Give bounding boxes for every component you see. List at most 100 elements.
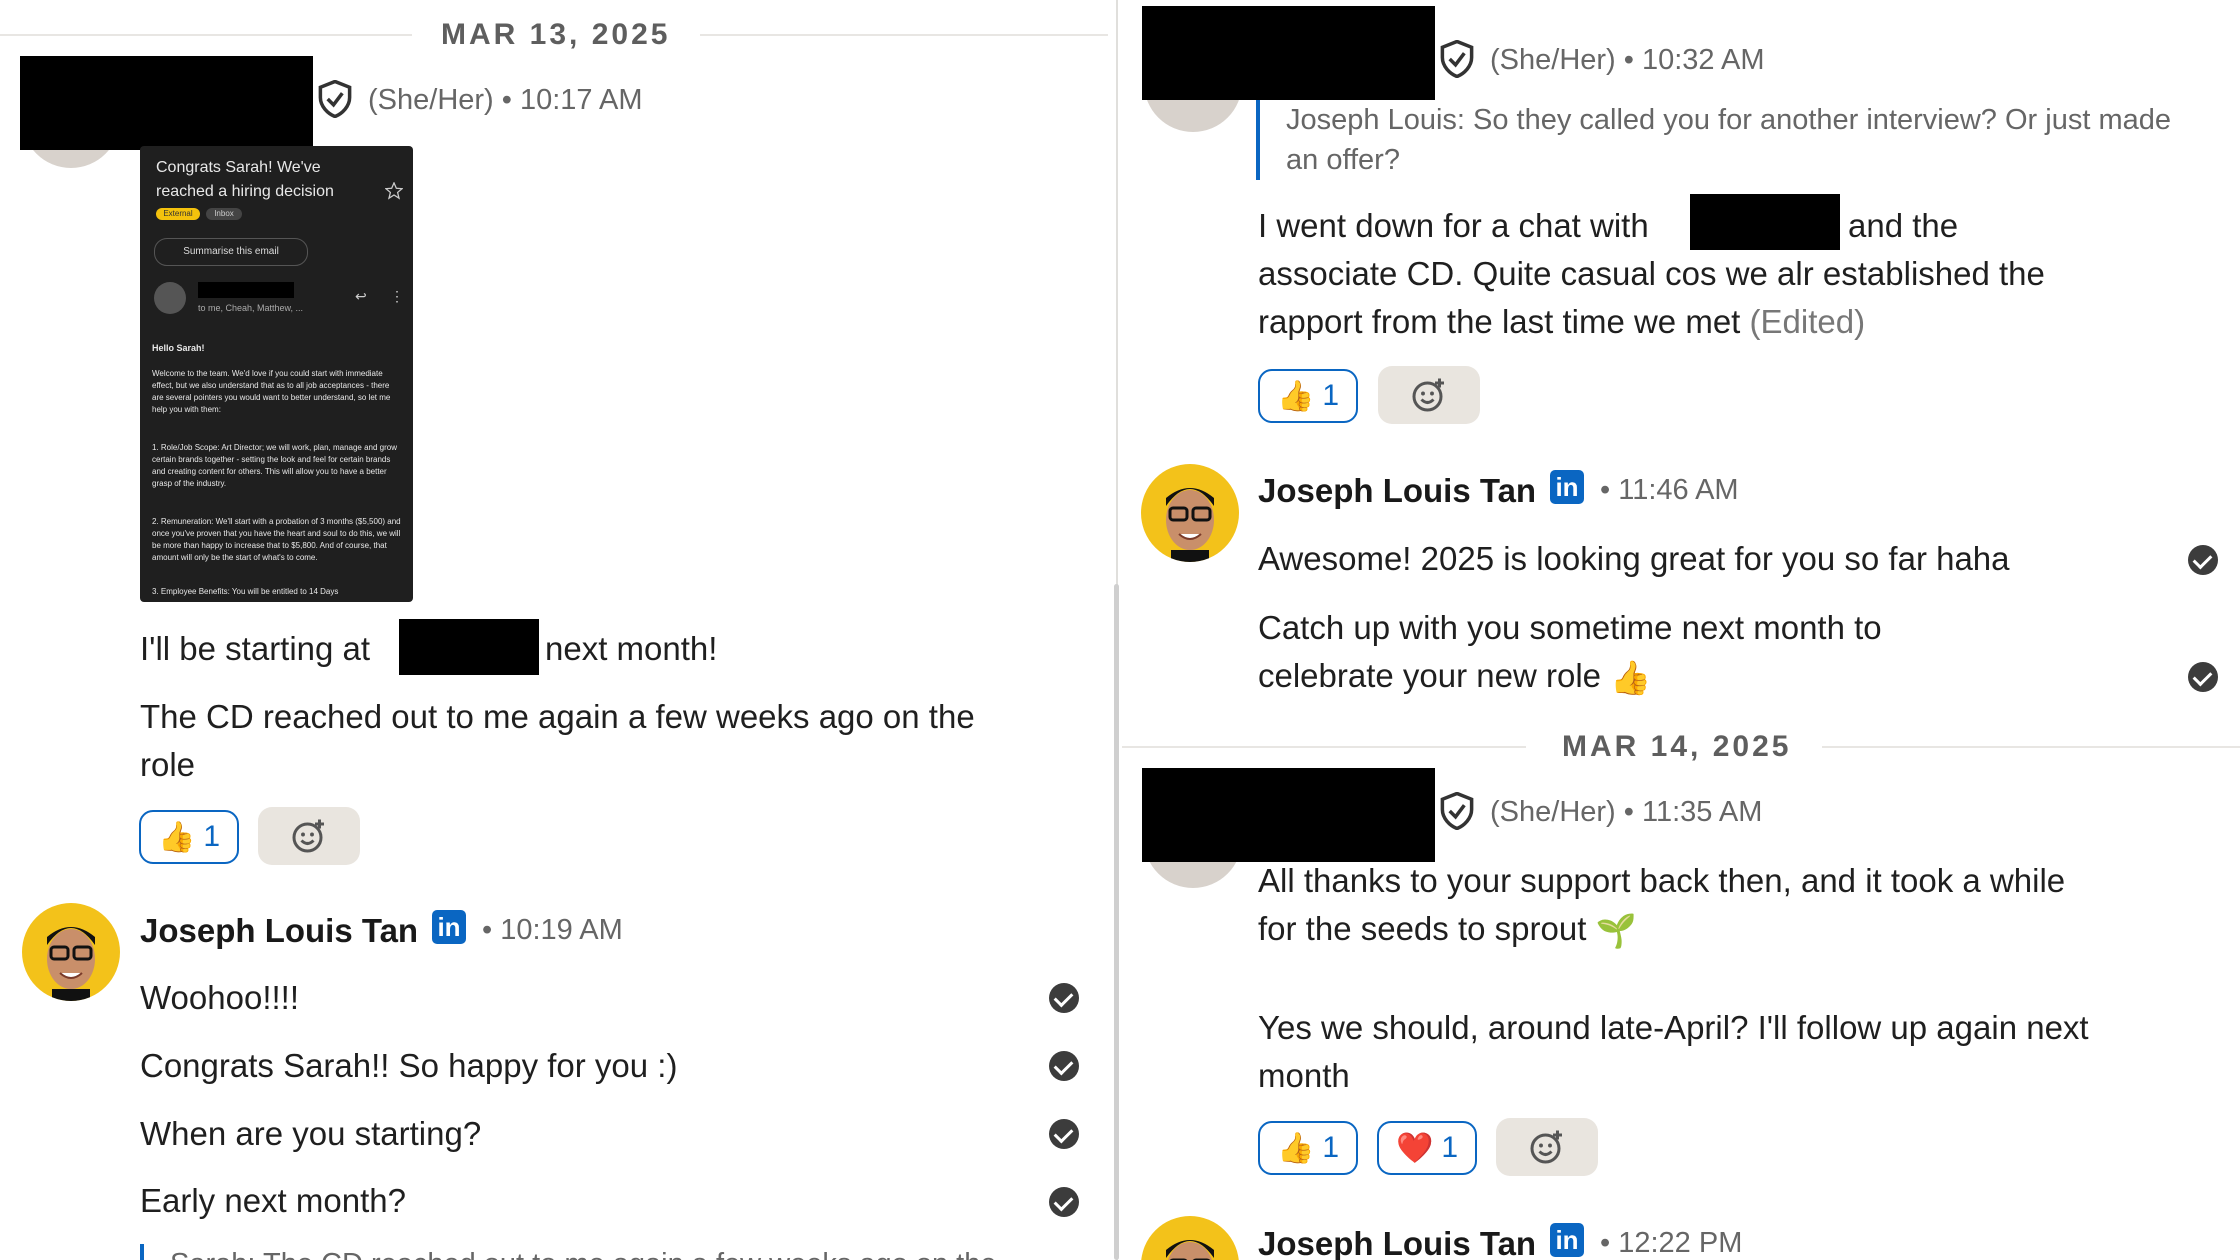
timestamp: 11:46 AM (1618, 474, 1739, 506)
email-tag-external: External (156, 208, 200, 220)
verified-shield-icon (1440, 792, 1474, 830)
message-text: The CD reached out to me again a few wee… (140, 698, 975, 783)
message-text-part: Catch up with you sometime next month to… (1258, 609, 1882, 694)
meta-dot: • (1623, 44, 1634, 76)
verified-shield-icon (318, 80, 352, 118)
heart-reaction[interactable]: ❤️ 1 (1377, 1121, 1477, 1175)
message-meta: (She/Her) • 10:32 AM (1490, 44, 1765, 77)
message-meta: (She/Her) • 10:17 AM (368, 84, 643, 117)
reaction-count: 1 (1322, 1131, 1340, 1164)
sender-name[interactable]: Joseph Louis Tan (140, 912, 418, 950)
email-tag-inbox: Inbox (206, 208, 242, 220)
date-divider: MAR 14, 2025 (1562, 730, 1792, 763)
email-recipients: to me, Cheah, Matthew, ... (198, 303, 304, 313)
message-text-part: next month! (545, 630, 718, 667)
email-sender-avatar (154, 282, 186, 314)
timestamp: 10:17 AM (519, 84, 643, 116)
read-check-icon (1049, 1051, 1079, 1081)
read-check-icon (1049, 1187, 1079, 1217)
redacted-sender-name (1142, 768, 1435, 862)
add-reaction-icon (292, 819, 324, 853)
read-check-icon (1049, 1119, 1079, 1149)
avatar[interactable] (1141, 464, 1239, 562)
thumbs-up-icon: 👍 (1610, 659, 1652, 697)
timestamp: 11:35 AM (1641, 796, 1763, 828)
email-body-paragraph: Welcome to the team. We'd love if you co… (152, 369, 391, 414)
star-icon (385, 182, 403, 200)
timestamp: 10:19 AM (500, 914, 623, 946)
reaction-count: 1 (1322, 379, 1340, 412)
linkedin-icon: in (1550, 470, 1584, 504)
reaction-count: 1 (1441, 1131, 1459, 1164)
scrollbar[interactable] (1114, 584, 1119, 1260)
thumbs-up-reaction[interactable]: 👍 1 (139, 810, 239, 864)
linkedin-icon: in (432, 910, 466, 944)
email-body-paragraph: 2. Remuneration: We'll start with a prob… (152, 517, 401, 562)
read-check-icon (2188, 662, 2218, 692)
sender-name[interactable]: Joseph Louis Tan (1258, 472, 1536, 510)
linkedin-icon: in (1550, 1223, 1584, 1257)
pronouns: (She/Her) (368, 84, 494, 116)
email-greeting: Hello Sarah! (152, 343, 205, 353)
email-body-paragraph: 1. Role/Job Scope: Art Director; we will… (152, 443, 398, 488)
message-text: and the associate CD. Quite casual cos w… (1258, 202, 2058, 346)
redacted-sender-name (1142, 6, 1435, 100)
message-text: Yes we should, around late-April? I'll f… (1258, 1009, 2089, 1094)
message-text-part: I'll be starting at (140, 630, 371, 667)
message-meta: (She/Her) • 11:35 AM (1490, 796, 1762, 829)
email-body-paragraph: 3. Employee Benefits: You will be entitl… (152, 587, 339, 596)
meta-dot: • (482, 914, 493, 946)
email-screenshot-attachment[interactable]: Congrats Sarah! We've reached a hiring d… (140, 146, 413, 602)
quoted-message[interactable]: Sarah: The CD reached out to me again a … (140, 1244, 1070, 1260)
reply-icon: ↩ (355, 288, 367, 304)
message-meta: • 11:46 AM (1600, 474, 1739, 507)
date-divider-line (1822, 746, 2240, 748)
message-text: Congrats Sarah!! So happy for you :) (140, 1047, 678, 1084)
date-divider-line (700, 34, 1108, 36)
timestamp: 10:32 AM (1641, 44, 1765, 76)
avatar-face (1166, 488, 1214, 562)
heart-icon: ❤️ (1395, 1131, 1434, 1165)
redacted-company-name (399, 619, 539, 675)
add-reaction-icon (1530, 1130, 1562, 1164)
avatar[interactable] (22, 903, 120, 1001)
edited-label: (Edited) (1749, 303, 1866, 340)
message-text: Awesome! 2025 is looking great for you s… (1258, 540, 2010, 577)
thumbs-up-icon: 👍 (1276, 379, 1315, 413)
more-icon: ⋮ (390, 288, 404, 304)
reaction-count: 1 (203, 820, 221, 853)
redacted-email-sender (198, 282, 294, 298)
read-check-icon (1049, 983, 1079, 1013)
add-reaction-button[interactable] (1378, 366, 1480, 424)
verified-shield-icon (1440, 40, 1474, 78)
pronouns: (She/Her) (1490, 796, 1616, 828)
avatar-face (47, 927, 95, 1001)
add-reaction-button[interactable] (258, 807, 360, 865)
thumbs-up-reaction[interactable]: 👍 1 (1258, 1121, 1358, 1175)
thumbs-up-reaction[interactable]: 👍 1 (1258, 369, 1358, 423)
message-meta: • 10:19 AM (482, 914, 623, 947)
message-text: Catch up with you sometime next month to… (1258, 604, 2018, 702)
thumbs-up-icon: 👍 (157, 820, 196, 854)
read-check-icon (2188, 545, 2218, 575)
message-text-part: All thanks to your support back then, an… (1258, 862, 2066, 947)
message-text: Early next month? (140, 1182, 406, 1219)
quoted-message[interactable]: Joseph Louis: So they called you for ano… (1256, 100, 2186, 180)
add-reaction-button[interactable] (1496, 1118, 1598, 1176)
meta-dot: • (1600, 474, 1611, 506)
sender-name[interactable]: Joseph Louis Tan (1258, 1225, 1536, 1260)
avatar[interactable] (1141, 1216, 1239, 1260)
message-text: All thanks to your support back then, an… (1258, 857, 2098, 955)
right-conversation-panel: (She/Her) • 10:32 AM Joseph Louis: So th… (1122, 0, 2240, 1260)
redacted-sender-name (20, 56, 313, 150)
message-text: I'll be starting at (140, 625, 370, 673)
message-meta: • 12:22 PM (1600, 1227, 1742, 1260)
pronouns: (She/Her) (1490, 44, 1616, 76)
avatar-face (1166, 1240, 1214, 1260)
meta-dot: • (1600, 1227, 1611, 1259)
left-conversation-panel: MAR 13, 2025 (She/Her) • 10:17 AM Congra… (0, 0, 1108, 1260)
add-reaction-icon (1412, 378, 1444, 412)
email-subject: Congrats Sarah! We've reached a hiring d… (156, 159, 334, 200)
meta-dot: • (1623, 796, 1634, 828)
date-divider-line (1122, 746, 1526, 748)
